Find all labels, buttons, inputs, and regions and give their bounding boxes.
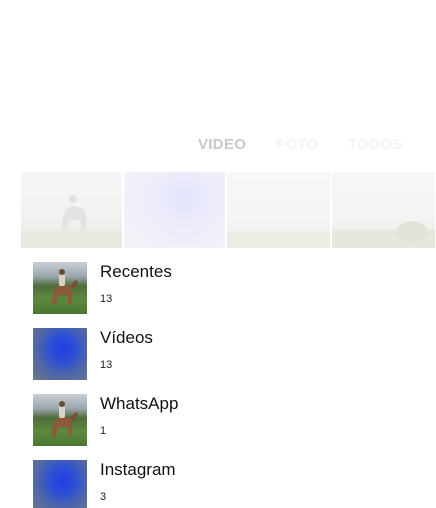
album-name: Instagram: [100, 460, 176, 479]
tab-todos[interactable]: TODOS: [348, 136, 403, 153]
tab-video[interactable]: VIDEO: [198, 136, 246, 153]
album-row-instagram[interactable]: Instagram 3: [33, 460, 413, 508]
album-count: 3: [100, 491, 107, 503]
preview-thumbnail[interactable]: [332, 172, 435, 248]
horse-rider-icon: [21, 195, 122, 248]
media-type-tabs: VIDEO FOTO TODOS: [0, 136, 436, 158]
album-count: 1: [100, 425, 107, 437]
album-count: 13: [100, 359, 113, 371]
hay-bale-icon: [332, 221, 435, 248]
album-row-recentes[interactable]: Recentes 13: [33, 262, 413, 318]
album-thumbnail: [33, 328, 87, 380]
album-row-whatsapp[interactable]: WhatsApp 1: [33, 394, 413, 450]
album-thumbnail: [33, 460, 87, 508]
preview-thumbnail[interactable]: [21, 172, 122, 248]
horse-rider-icon: [51, 269, 78, 304]
album-name: WhatsApp: [100, 394, 179, 413]
album-thumbnail: [33, 262, 87, 314]
media-preview-strip: [21, 172, 435, 248]
album-name: Vídeos: [100, 328, 153, 347]
album-count: 13: [100, 293, 113, 305]
horse-rider-icon: [51, 401, 78, 436]
preview-thumbnail[interactable]: [227, 172, 330, 248]
album-row-videos[interactable]: Vídeos 13: [33, 328, 413, 384]
tab-foto[interactable]: FOTO: [276, 136, 319, 153]
album-thumbnail: [33, 394, 87, 446]
album-name: Recentes: [100, 262, 172, 281]
preview-thumbnail[interactable]: [124, 172, 225, 248]
